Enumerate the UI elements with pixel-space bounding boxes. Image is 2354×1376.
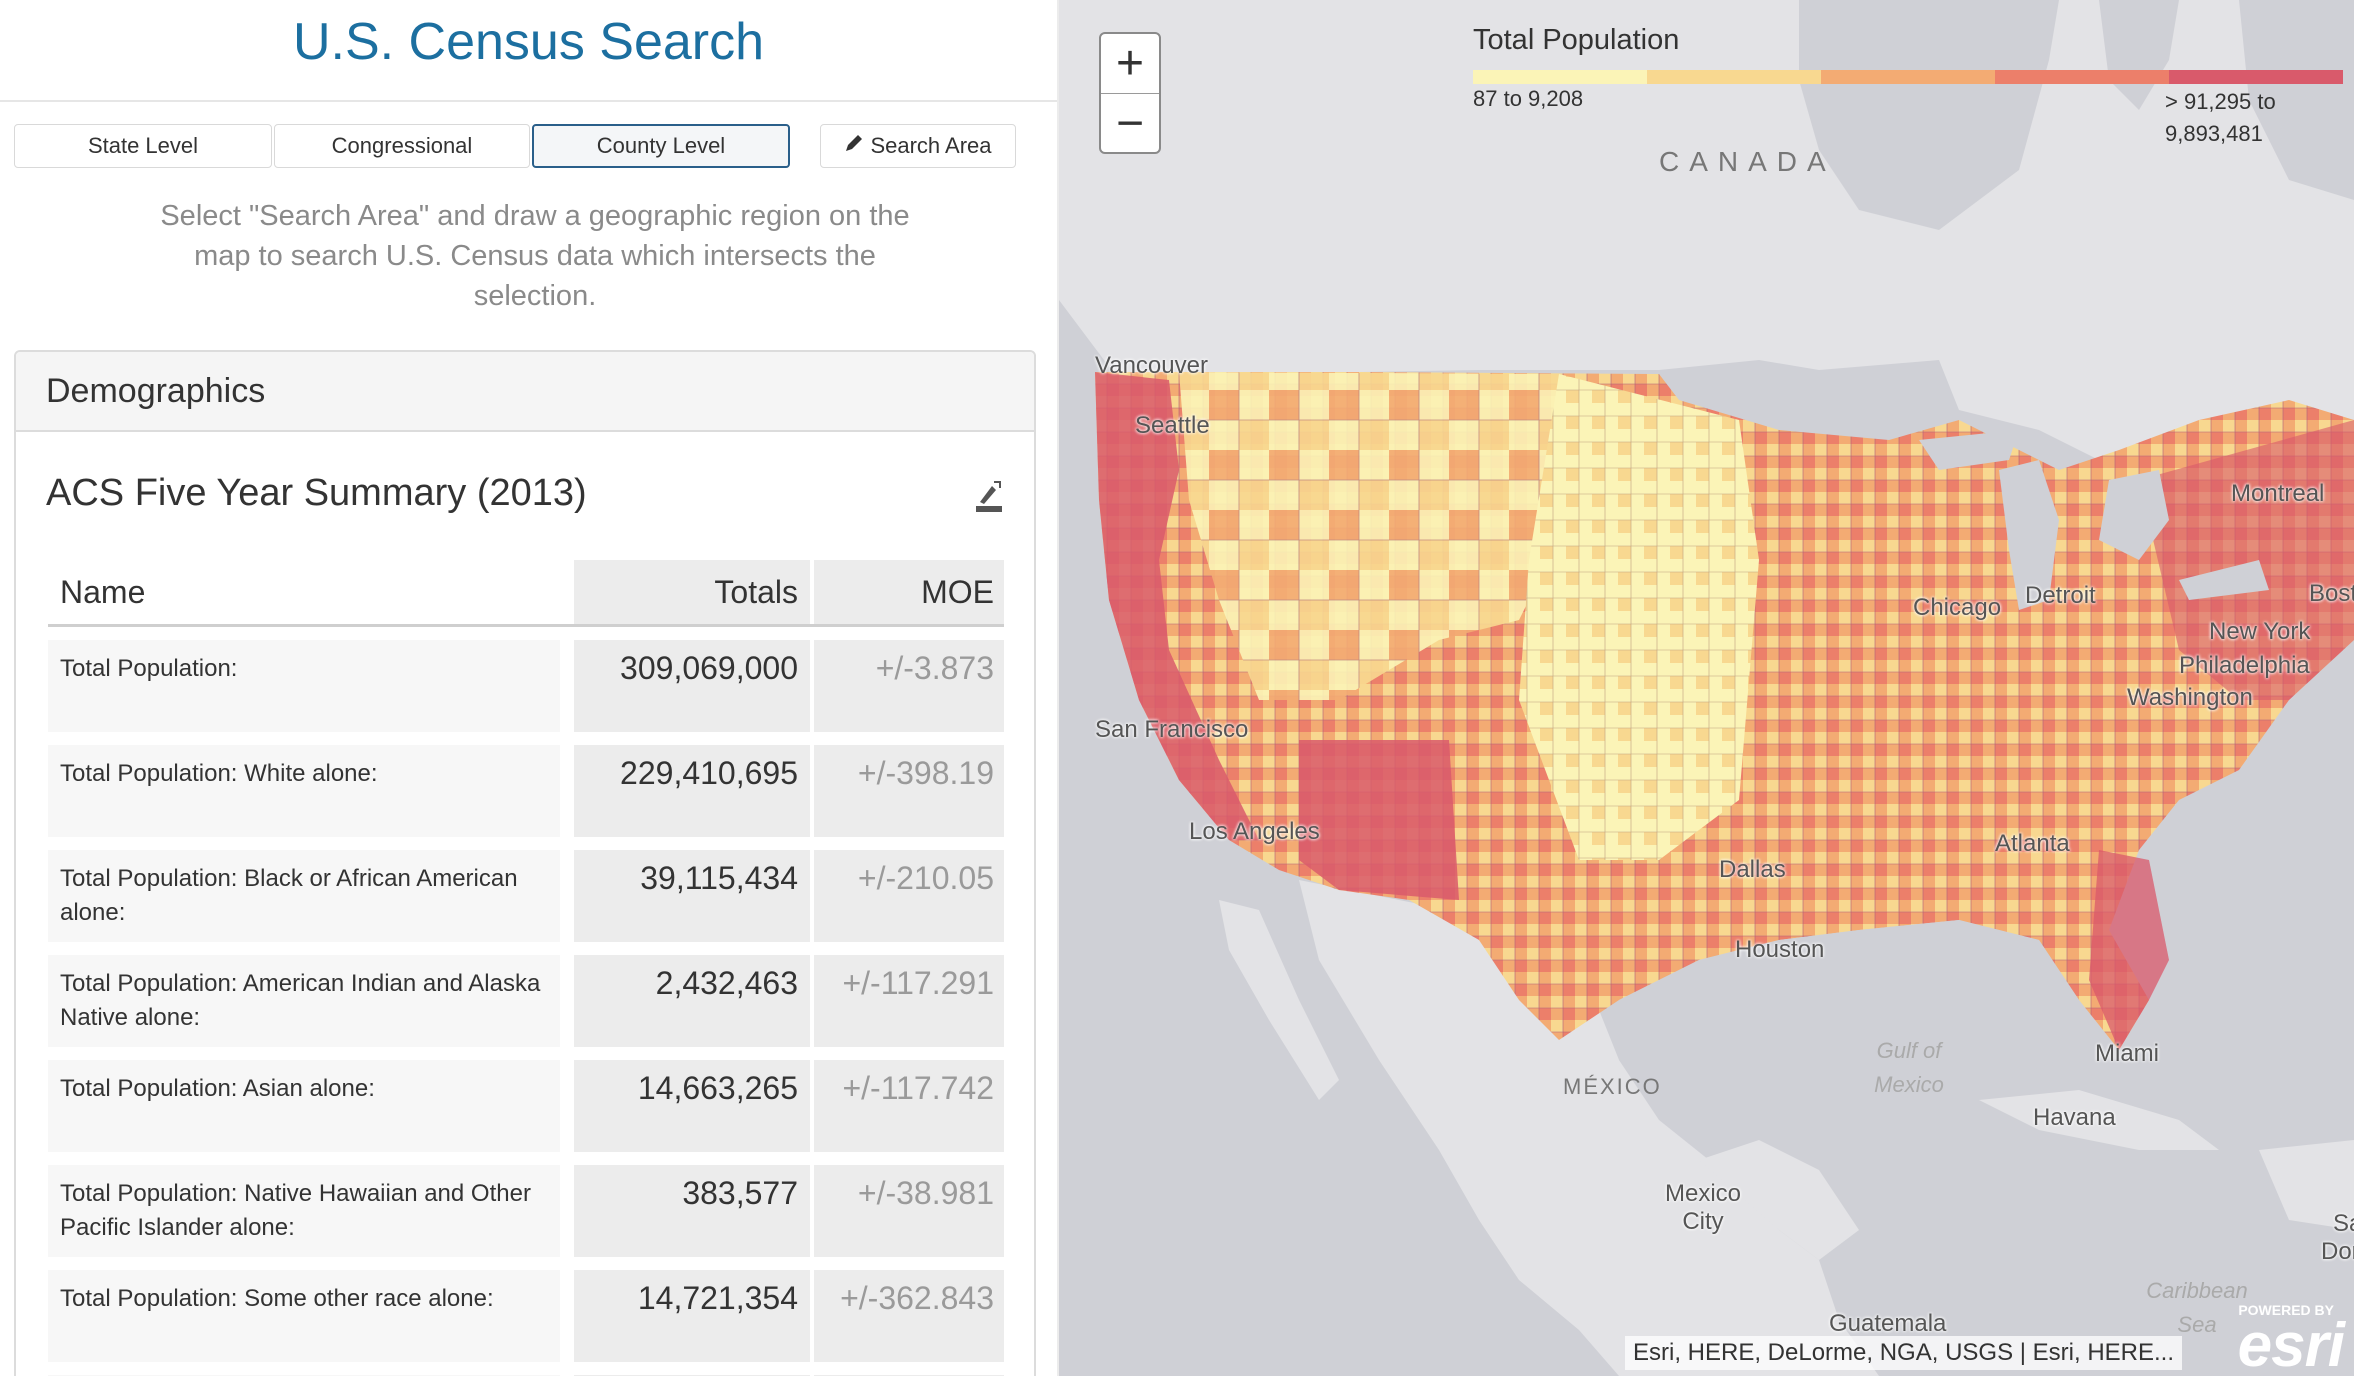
row-name: Total Population: Black or African Ameri…: [48, 850, 560, 942]
title-divider: [0, 100, 1057, 102]
label-mexico-country: MÉXICO: [1563, 1074, 1662, 1099]
label-santo-domingo-2: Don: [2321, 1238, 2354, 1265]
row-name: Total Population: American Indian and Al…: [48, 955, 560, 1047]
row-total: 14,721,354: [574, 1270, 810, 1362]
panel-heading[interactable]: Demographics: [16, 352, 1034, 432]
legend-high-label: > 91,295 to 9,893,481: [2165, 86, 2276, 150]
zoom-in-button[interactable]: +: [1101, 34, 1159, 93]
zoom-out-button[interactable]: −: [1101, 94, 1159, 153]
legend-color-ramp: [1473, 70, 2343, 84]
column-header-totals[interactable]: Totals: [574, 560, 810, 624]
table-row: Total Population: Asian alone: 14,663,26…: [48, 1060, 1004, 1152]
legend-low-label: 87 to 9,208: [1473, 86, 1584, 111]
row-moe: +/-210.05: [814, 850, 1004, 942]
census-table: Name Totals MOE Total Population: 309,06…: [48, 560, 1004, 1376]
row-name: Total Population: Some other race alone:: [48, 1270, 560, 1362]
table-row: Total Population: Native Hawaiian and Ot…: [48, 1165, 1004, 1257]
row-total: 2,432,463: [574, 955, 810, 1047]
row-total: 309,069,000: [574, 640, 810, 732]
legend-swatch: [1647, 70, 1821, 84]
legend-swatch: [1995, 70, 2169, 84]
table-row: Total Population: Black or African Ameri…: [48, 850, 1004, 942]
summary-title: ACS Five Year Summary (2013): [46, 472, 587, 514]
legend-title: Total Population: [1473, 24, 1680, 56]
row-moe: +/-38.981: [814, 1165, 1004, 1257]
esri-logo-text: esri: [2237, 1311, 2345, 1376]
row-total: 383,577: [574, 1165, 810, 1257]
table-row: Total Population: Some other race alone:…: [48, 1270, 1004, 1362]
tab-congressional[interactable]: Congressional: [274, 124, 530, 168]
legend-swatch: [1821, 70, 1995, 84]
instructions-text: Select "Search Area" and draw a geograph…: [160, 200, 910, 312]
label-havana: Havana: [2033, 1104, 2116, 1131]
label-san-francisco: San Francisco: [1095, 716, 1249, 743]
row-name: Total Population: White alone:: [48, 745, 560, 837]
label-canada: CANADA: [1659, 146, 1836, 177]
row-name: Total Population: Asian alone:: [48, 1060, 560, 1152]
label-santo-domingo: Sa: [2333, 1210, 2354, 1237]
row-name: Total Population: Native Hawaiian and Ot…: [48, 1165, 560, 1257]
pencil-icon: [844, 133, 864, 159]
label-mexico-city: Mexico City: [1664, 1180, 1742, 1235]
table-header: Name Totals MOE: [48, 560, 1004, 627]
label-montreal: Montreal: [2231, 480, 2325, 507]
label-vancouver: Vancouver: [1095, 352, 1208, 379]
label-gulf-of-mexico: Gulf of Mexico: [1874, 1038, 1944, 1097]
search-area-label: Search Area: [870, 133, 992, 158]
label-guatemala: Guatemala: [1829, 1310, 1947, 1337]
label-new-york: New York: [2209, 618, 2311, 645]
legend-high-line1: > 91,295 to: [2165, 89, 2276, 114]
column-header-name[interactable]: Name: [48, 560, 560, 624]
label-boston: Bosto: [2309, 580, 2354, 607]
row-moe: +/-3.873: [814, 640, 1004, 732]
row-total: 39,115,434: [574, 850, 810, 942]
table-row: Total Population: 309,069,000 +/-3.873: [48, 640, 1004, 732]
row-moe: +/-362.843: [814, 1270, 1004, 1362]
row-total: 229,410,695: [574, 745, 810, 837]
row-total: 14,663,265: [574, 1060, 810, 1152]
zoom-control: + −: [1099, 32, 1161, 154]
search-area-button[interactable]: Search Area: [820, 124, 1016, 168]
demographics-panel: Demographics ACS Five Year Summary (2013…: [14, 350, 1036, 1376]
label-houston: Houston: [1735, 936, 1825, 963]
label-washington: Washington: [2127, 684, 2253, 711]
map-attribution[interactable]: Esri, HERE, DeLorme, NGA, USGS | Esri, H…: [1625, 1336, 2183, 1370]
column-header-moe[interactable]: MOE: [814, 560, 1004, 624]
app-title: U.S. Census Search: [292, 13, 765, 71]
label-miami: Miami: [2095, 1040, 2159, 1067]
legend-high-line2: 9,893,481: [2165, 121, 2263, 146]
download-icon[interactable]: [974, 480, 1004, 514]
label-philadelphia: Philadelphia: [2179, 652, 2310, 679]
map-view[interactable]: + − Total Population 87 to 9,208 > 91,29…: [1059, 0, 2354, 1376]
row-name: Total Population:: [48, 640, 560, 732]
table-row: Total Population: White alone: 229,410,6…: [48, 745, 1004, 837]
row-moe: +/-117.291: [814, 955, 1004, 1047]
label-detroit: Detroit: [2025, 582, 2096, 609]
esri-logo[interactable]: POWERED BY esri: [2228, 1302, 2348, 1376]
table-row: Total Population: American Indian and Al…: [48, 955, 1004, 1047]
label-atlanta: Atlanta: [1995, 830, 2070, 857]
label-seattle: Seattle: [1135, 412, 1210, 439]
label-los-angeles: Los Angeles: [1189, 818, 1320, 845]
tab-county-level[interactable]: County Level: [532, 124, 790, 168]
row-moe: +/-398.19: [814, 745, 1004, 837]
label-dallas: Dallas: [1719, 856, 1786, 883]
row-moe: +/-117.742: [814, 1060, 1004, 1152]
left-panel: U.S. Census Search State Level Congressi…: [0, 0, 1057, 1376]
legend-swatch: [1473, 70, 1647, 84]
legend-swatch: [2169, 70, 2343, 84]
label-chicago: Chicago: [1913, 594, 2002, 621]
tab-state-level[interactable]: State Level: [14, 124, 272, 168]
